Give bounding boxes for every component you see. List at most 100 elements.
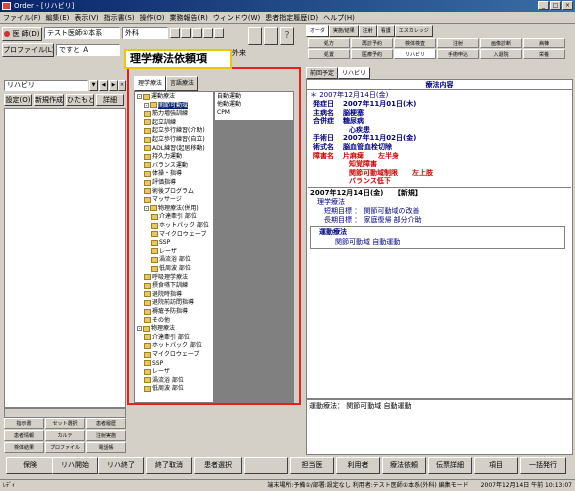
order-revisit[interactable]: 再診予約 xyxy=(351,38,393,48)
slip-detail-button[interactable]: 伝票詳細 xyxy=(428,457,472,474)
menu-patient-history[interactable]: 患者指定履歴(D) xyxy=(264,12,319,23)
status-left: ﾚﾃﾞｨ xyxy=(3,482,16,489)
print-icon[interactable] xyxy=(248,27,262,45)
order-reservation[interactable]: 医療予約 xyxy=(351,49,393,59)
doc-section-item: 関節可動域 自動運動 xyxy=(335,238,401,246)
order-treatment[interactable]: 処置 xyxy=(308,49,350,59)
menu-file[interactable]: ファイル(F) xyxy=(2,12,42,23)
doc-header: 療法内容 xyxy=(307,80,572,90)
menu-help[interactable]: ヘルプ(H) xyxy=(322,12,356,23)
category-combo[interactable]: リハビリ xyxy=(4,80,88,91)
doc-divider xyxy=(308,187,571,188)
footer-note-panel: 運動療法： 関節可動域 自動運動 xyxy=(306,399,573,455)
menu-view[interactable]: 表示(V) xyxy=(73,12,99,23)
close-button[interactable]: × xyxy=(562,1,573,10)
nav-patient-history[interactable]: 患者履歴 xyxy=(86,418,126,429)
tab-injection[interactable]: 注射 xyxy=(358,25,377,37)
doc-section-box: 運動療法 関節可動域 自動運動 xyxy=(310,226,565,249)
doc-block-line-2: 短期目標 ： 関節可動域の改善 xyxy=(317,207,420,215)
profile-button[interactable]: プロファイル(L) xyxy=(2,43,54,57)
nav-specimen-result[interactable]: 検体結果 xyxy=(4,442,44,453)
document-icon[interactable] xyxy=(264,27,278,45)
order-injection[interactable]: 注射 xyxy=(437,38,479,48)
nav-patient-info[interactable]: 患者情報 xyxy=(4,430,44,441)
nav-order-sheet[interactable]: 指示書 xyxy=(4,418,44,429)
user-button[interactable]: 利用者 xyxy=(336,457,380,474)
order-grid: 処方 再診予約 検体検査 注射 画像診断 病棟 処置 医療予約 リハビリ 手術申… xyxy=(306,37,575,63)
menu-window[interactable]: ウィンドウ(W) xyxy=(212,12,261,23)
order-surgery[interactable]: 手術申込 xyxy=(437,49,479,59)
department-field[interactable]: 外科 xyxy=(122,27,168,39)
nav-phonebook[interactable]: 電話帳 xyxy=(86,442,126,453)
nav-set-select[interactable]: セット選択 xyxy=(45,418,85,429)
app-icon xyxy=(2,2,11,10)
doctor-button-label: 医 師(D) xyxy=(12,30,40,38)
tab-rehab[interactable]: リハビリ xyxy=(338,67,371,79)
list-area[interactable] xyxy=(4,108,126,408)
therapy-request-button[interactable]: 療法依頼 xyxy=(382,457,426,474)
tab-escalate[interactable]: エスカレッジ xyxy=(394,25,433,37)
document-panel: 療法内容 ＊ 2007年12月14日(金) 発症日 2007年11月01日(木) 主… xyxy=(306,79,573,399)
left-panel: リハビリ ▼ ◀ ▶ × 設定(O) 新規作成(R) ひたもと(T) 詳細 指示… xyxy=(2,66,127,456)
nav-profile[interactable]: プロファイル xyxy=(45,442,85,453)
status-right: 端末場所:予備①/部署:設定なし 利用者:テスト医師①本系(外科) 編集モード … xyxy=(267,482,572,489)
order-nutrition[interactable]: 栄養 xyxy=(523,49,565,59)
order-imaging[interactable]: 画像診断 xyxy=(480,38,522,48)
order-admission[interactable]: 入退院 xyxy=(480,49,522,59)
maximize-button[interactable]: □ xyxy=(550,1,561,10)
doc-tabs: 前回予定 リハビリ xyxy=(306,67,575,79)
doc-field-value: 糖尿病 xyxy=(343,117,364,126)
item-button[interactable]: 項目 xyxy=(474,457,518,474)
settings-button[interactable]: 設定(O) xyxy=(4,94,32,106)
tab-results[interactable]: 実施/結果 xyxy=(329,25,359,37)
doc-field-value: 知覚障害 xyxy=(349,160,377,169)
next-icon[interactable]: ▶ xyxy=(109,80,118,91)
doc-field-value: 心疾患 xyxy=(349,125,370,134)
doc-block-line-1: 理学療法 xyxy=(317,198,345,206)
close-list-icon[interactable]: × xyxy=(118,80,126,91)
doctor-field[interactable]: テスト医師①本系 xyxy=(44,27,120,39)
doc-block-title: 2007年12月14日(金) 【新規】 xyxy=(310,189,422,197)
minimize-button[interactable]: _ xyxy=(538,1,549,10)
doctor-icon xyxy=(4,31,11,37)
prev-icon[interactable]: ◀ xyxy=(99,80,108,91)
help-icon[interactable]: ? xyxy=(280,27,294,45)
menu-edit[interactable]: 編集(E) xyxy=(45,12,71,23)
rehab-end-button[interactable]: リハ終了 xyxy=(98,457,144,474)
attending-doctor-button[interactable]: 担当医 xyxy=(290,457,334,474)
patient-select-button[interactable]: 患者選択 xyxy=(194,457,242,474)
cancel-end-button[interactable]: 終了取消 xyxy=(146,457,192,474)
combo-dropdown-icon[interactable]: ▼ xyxy=(89,80,98,91)
batch-issue-button[interactable]: 一括発行 xyxy=(520,457,566,474)
window-title: Order - [リハビリ] xyxy=(14,2,75,10)
insurance-button[interactable]: 保険 xyxy=(6,457,54,474)
toolbar-slots xyxy=(170,28,240,38)
doc-field-value: 2007年11月02日(金) xyxy=(343,134,417,143)
menu-operation[interactable]: 操作(O) xyxy=(139,12,166,23)
nav-injection-exec[interactable]: 注射実施 xyxy=(86,430,126,441)
tab-nursing[interactable]: 看護 xyxy=(376,25,395,37)
order-specimen[interactable]: 検体検査 xyxy=(394,38,436,48)
blank-button[interactable] xyxy=(244,457,288,474)
hitamoto-button[interactable]: ひたもと(T) xyxy=(66,94,94,106)
doc-field-value: 2007年11月01日(木) xyxy=(343,100,417,108)
tab-previous-plan[interactable]: 前回予定 xyxy=(306,67,339,79)
rehab-start-button[interactable]: リハ開始 xyxy=(52,457,98,474)
order-ward[interactable]: 病棟 xyxy=(523,38,565,48)
doc-field-value: 関節可動域制限 左上肢 xyxy=(349,168,433,177)
tab-order[interactable]: オーダ xyxy=(306,25,330,37)
order-rehab[interactable]: リハビリ xyxy=(394,49,436,59)
detail-button[interactable]: 詳細 xyxy=(96,94,124,106)
menu-report[interactable]: 業務報告(R) xyxy=(169,12,209,23)
new-button[interactable]: 新規作成(R) xyxy=(34,94,64,106)
doctor-button[interactable]: 医 師(D) xyxy=(2,27,42,41)
horizontal-scrollbar[interactable] xyxy=(4,408,126,418)
doc-field-value: 脳血管血栓切除 xyxy=(343,143,392,151)
menu-order-sheet[interactable]: 指示書(S) xyxy=(103,12,136,23)
profile-field[interactable]: ですと Ａ xyxy=(56,44,120,56)
footer-note: 運動療法： 関節可動域 自動運動 xyxy=(309,402,412,410)
doc-date: ＊ 2007年12月14日(金) xyxy=(310,91,389,99)
menu-bar: ファイル(F) 編集(E) 表示(V) 指示書(S) 操作(O) 業務報告(R)… xyxy=(0,12,575,24)
nav-chart[interactable]: カルテ xyxy=(45,430,85,441)
order-prescription[interactable]: 処方 xyxy=(308,38,350,48)
